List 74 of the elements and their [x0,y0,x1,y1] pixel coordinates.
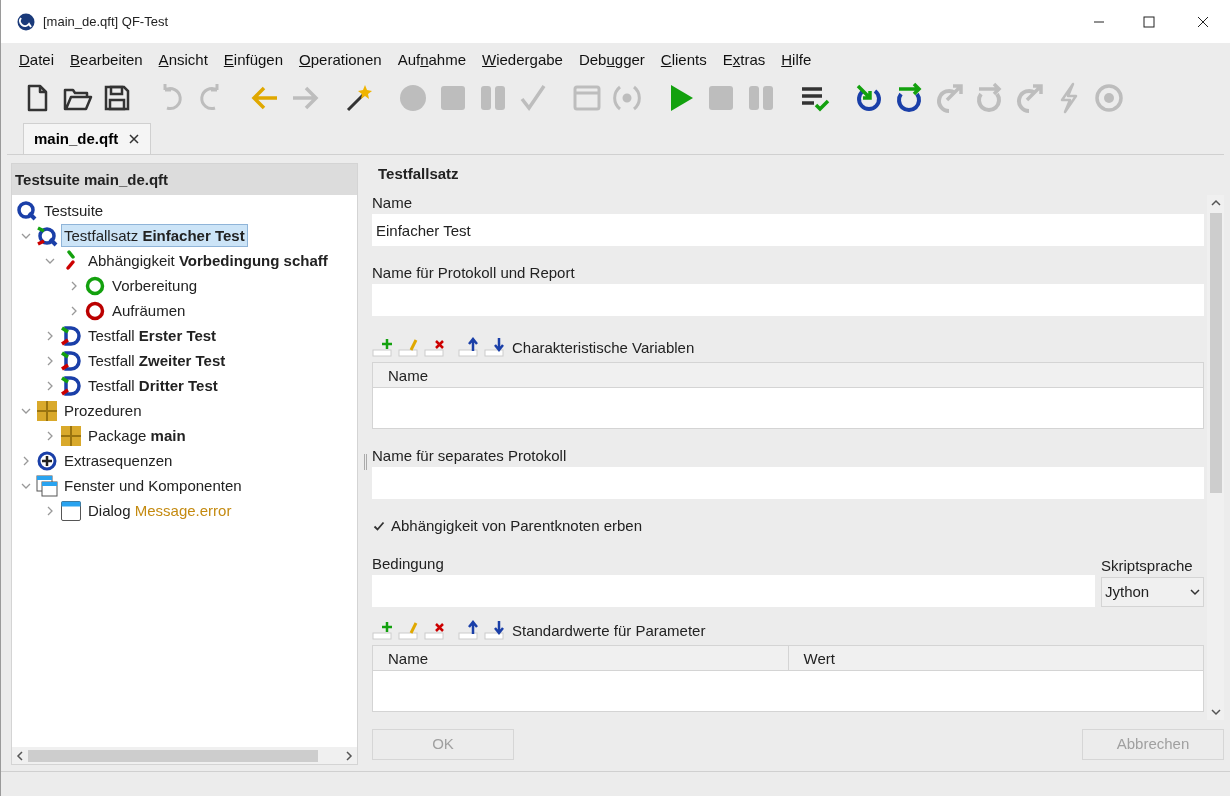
package-icon [60,424,82,447]
panel-title: Testsuite main_de.qft [12,164,357,195]
splitter-handle[interactable] [363,454,367,470]
menu-item[interactable]: Debugger [570,48,653,72]
menu-item[interactable]: Einfügen [215,48,292,72]
checkbox[interactable] [372,519,386,533]
menu-item[interactable]: Ansicht [150,48,216,72]
tree-node[interactable]: Testfall Erster Test [85,324,220,347]
record-icon [397,82,429,114]
tree-node[interactable]: Testfall Zweiter Test [85,349,229,372]
table-label: Charakteristische Variablen [512,338,695,358]
menu-item[interactable]: Extras [714,48,774,72]
vertical-scrollbar[interactable] [1207,195,1224,720]
tree-node[interactable]: Testsuite [41,199,107,222]
tree-node[interactable]: Vorbereitung [109,274,201,297]
horizontal-scrollbar[interactable] [12,747,357,764]
field-label: Name für separates Protokoll [372,446,568,466]
tree-node[interactable]: Dialog Message.error [85,499,235,522]
field-label: Skriptsprache [1101,556,1194,576]
tree-node[interactable]: Extrasequenzen [61,449,176,472]
target-icon [1093,82,1125,114]
circle-icon [84,299,106,322]
d-icon [60,374,82,397]
detail-title: Testfallsatz [377,164,460,184]
chevron-right-icon[interactable] [345,750,353,761]
chevron-right-icon[interactable] [21,455,31,466]
tree-node[interactable]: Prozeduren [61,399,145,422]
app-logo-icon [17,12,35,31]
tree-node[interactable]: Fenster und Komponenten [61,474,245,497]
menu-item[interactable]: Bearbeiten [62,48,151,72]
text-field[interactable]: Einfacher Test [372,214,1204,246]
column-header[interactable]: Name [373,646,788,670]
chevron-down-icon [1190,588,1200,596]
menu-item[interactable]: Hilfe [773,48,820,72]
menu-item[interactable]: Operationen [291,48,390,72]
circle-icon [84,274,106,297]
tree-node[interactable]: Aufräumen [109,299,189,322]
menu-item[interactable]: Clients [652,48,715,72]
column-header[interactable]: Wert [787,646,1203,670]
field-label: Bedingung [372,554,445,574]
q-icon [36,224,58,247]
tree-node[interactable]: Testfallsatz Einfacher Test [61,224,248,247]
column-header[interactable]: Name [373,363,1203,387]
field-label: Name für Protokoll und Report [372,263,576,283]
plus-circle-icon [36,449,58,472]
chevron-right-icon[interactable] [45,430,55,441]
package-icon [36,399,58,422]
chevron-right-icon[interactable] [45,380,55,391]
tree-node[interactable]: Testfall Dritter Test [85,374,221,397]
file-tab[interactable]: main_de.qft [23,123,152,154]
chevron-right-icon[interactable] [45,355,55,366]
window-title: [main_de.qft] QF-Test [43,12,168,31]
field-label: Name [372,193,413,213]
window-icon [60,499,82,522]
chevron-right-icon[interactable] [45,330,55,341]
close-icon[interactable] [128,133,141,145]
menu-item[interactable]: Aufnahme [389,48,474,72]
chevron-right-icon[interactable] [45,505,55,516]
tree-node[interactable]: Package main [85,424,189,447]
d-icon [60,349,82,372]
tree-node[interactable]: Abhängigkeit Vorbedingung schaff [85,249,331,272]
table-label: Standardwerte für Parameter [512,621,706,641]
chevron-down-icon[interactable] [1210,708,1221,716]
menu-item[interactable]: Datei [11,48,63,72]
d-icon [60,324,82,347]
menu-item[interactable]: Wiedergabe [474,48,571,72]
windows-icon [36,474,58,497]
chevron-left-icon[interactable] [16,750,24,761]
language-dropdown[interactable]: Jython [1101,577,1204,607]
checkbox-label: Abhängigkeit von Parentknoten erben [391,515,642,536]
chevron-right-icon[interactable] [69,280,79,291]
q-icon [16,199,38,222]
chevron-up-icon[interactable] [1210,199,1221,207]
chevron-right-icon[interactable] [69,305,79,316]
